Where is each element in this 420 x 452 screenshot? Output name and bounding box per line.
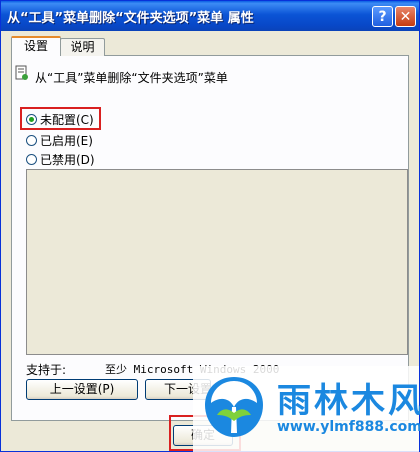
- title-bar[interactable]: 从“工具”菜单删除“文件夹选项”菜单 属性 ? ✕: [1, 1, 419, 31]
- options-area: [26, 169, 408, 355]
- help-icon: ?: [378, 8, 387, 25]
- radio-disabled[interactable]: 已禁用(D): [26, 151, 95, 167]
- radio-label: 已禁用(D): [40, 152, 95, 167]
- policy-setting-icon: [15, 65, 28, 80]
- window-title: 从“工具”菜单删除“文件夹选项”菜单 属性: [7, 11, 254, 26]
- supported-label: 支持于:: [26, 363, 67, 377]
- policy-title: 从“工具”菜单删除“文件夹选项”菜单: [35, 71, 228, 85]
- tab-explain[interactable]: 说明: [60, 38, 105, 56]
- previous-setting-button[interactable]: 上一设置(P): [26, 379, 138, 400]
- close-icon: ✕: [399, 8, 412, 25]
- properties-dialog: 从“工具”菜单删除“文件夹选项”菜单 属性 ? ✕ 设置 说明 从“工具”菜单删…: [0, 0, 420, 452]
- close-button[interactable]: ✕: [395, 6, 416, 27]
- watermark-url: www.ylmf888.com: [277, 419, 420, 435]
- help-button[interactable]: ?: [372, 6, 393, 27]
- annotation-highlight: [20, 107, 101, 130]
- tab-settings[interactable]: 设置: [11, 36, 61, 56]
- radio-button[interactable]: [26, 134, 37, 146]
- watermark-name: 雨林木风: [277, 381, 420, 421]
- radio-label: 已启用(E): [40, 133, 93, 148]
- watermark-logo-icon: [205, 377, 263, 437]
- radio-button[interactable]: [26, 153, 37, 165]
- radio-enabled[interactable]: 已启用(E): [26, 132, 93, 148]
